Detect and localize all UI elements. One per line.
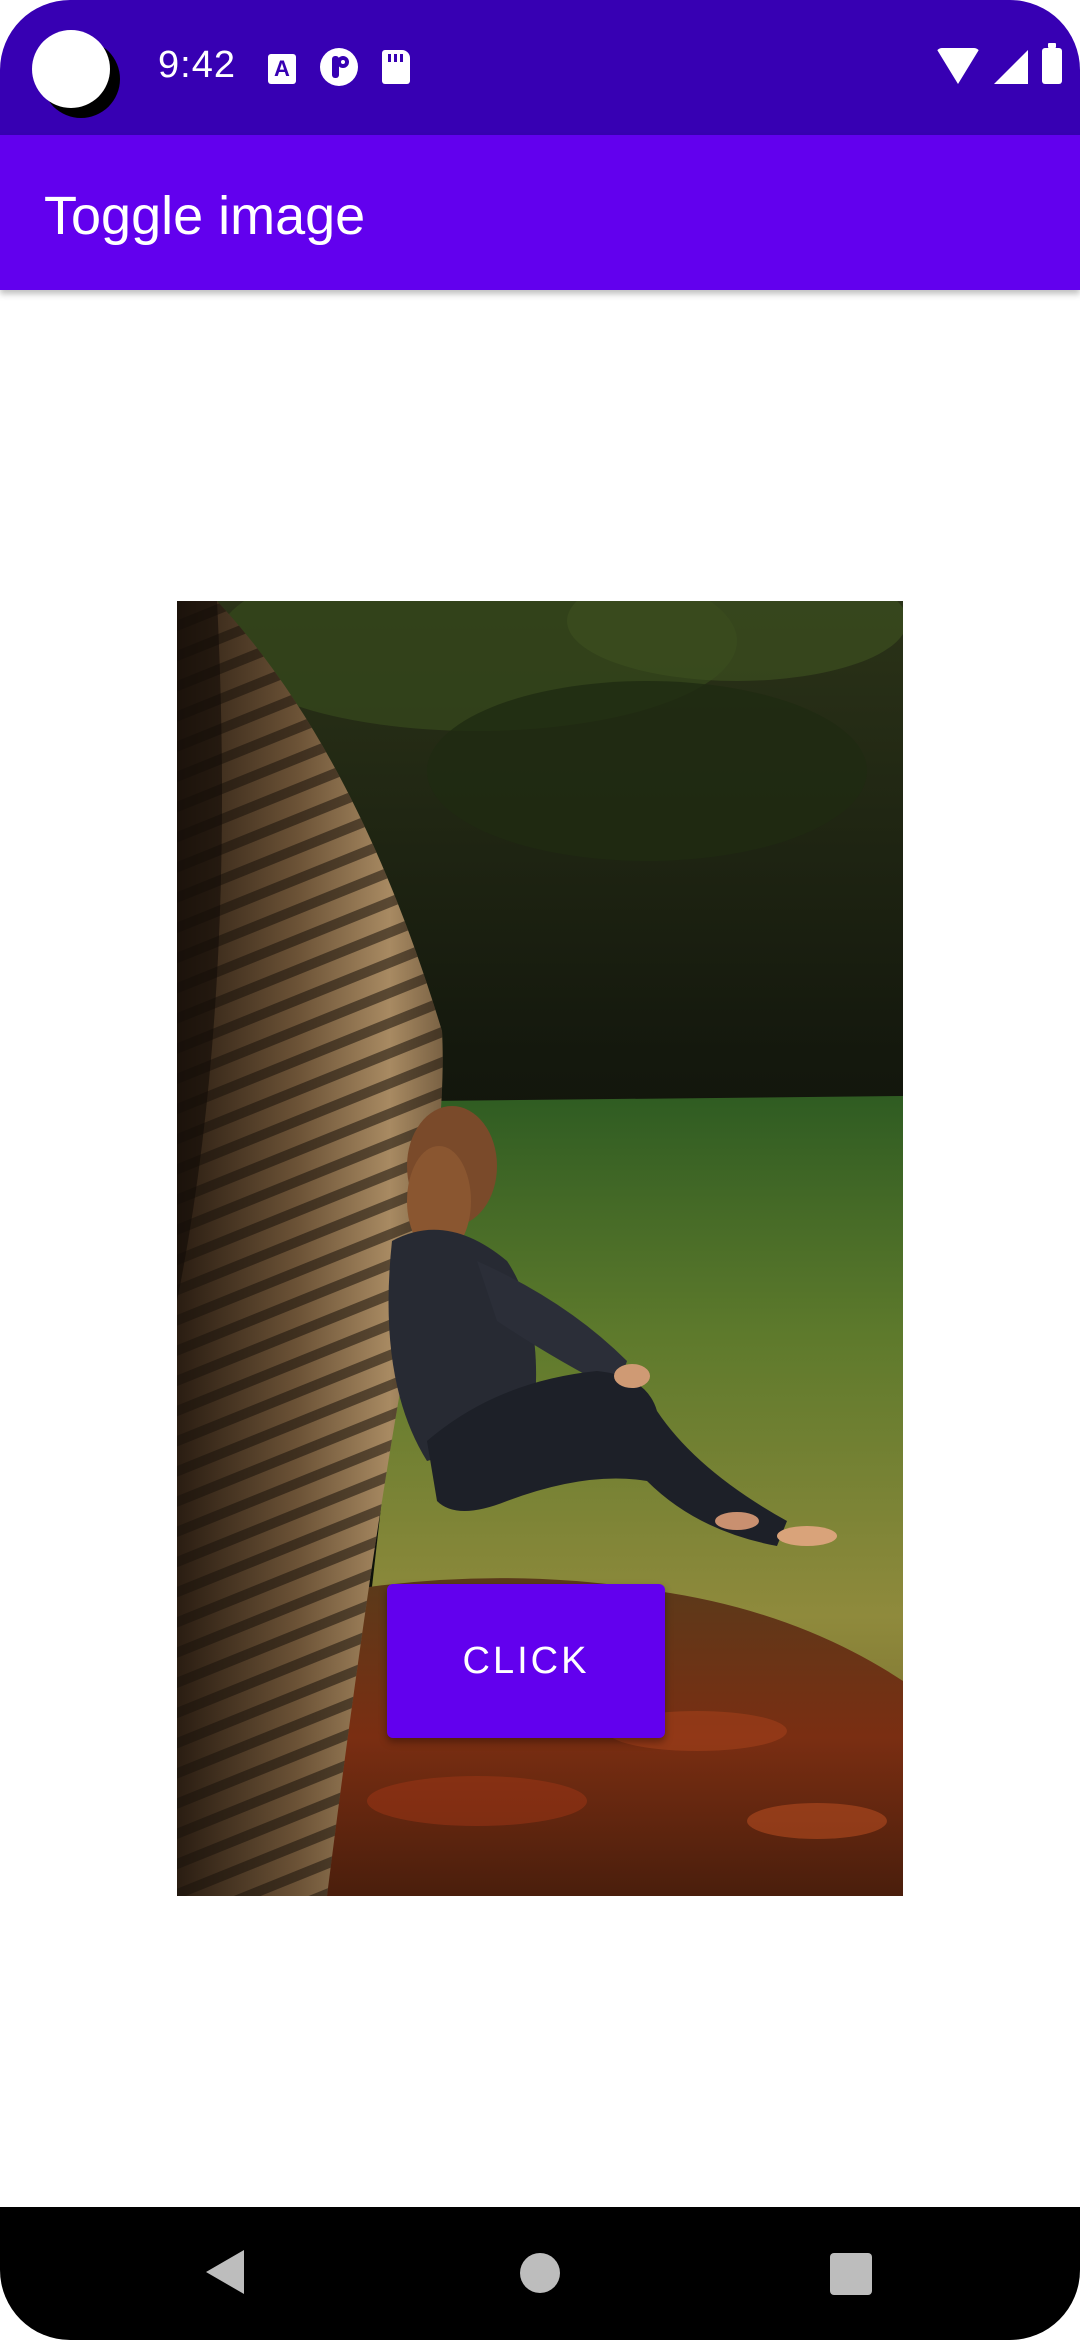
sd-card-icon — [382, 50, 410, 84]
app-notification-icon: A — [268, 54, 296, 84]
back-icon[interactable] — [206, 2250, 244, 2294]
notification-icons: A — [268, 48, 410, 86]
system-icons — [936, 43, 1062, 84]
screen: 9:42 A Toggle image CLICK — [0, 0, 1080, 2340]
status-time: 9:42 — [158, 44, 236, 86]
status-bar: 9:42 A — [0, 0, 1080, 135]
navigation-bar — [0, 2207, 1080, 2340]
camera-cutout — [32, 30, 110, 108]
home-icon[interactable] — [520, 2253, 560, 2293]
recents-icon[interactable] — [830, 2253, 872, 2295]
pocket-icon — [320, 48, 358, 86]
app-title: Toggle image — [44, 186, 366, 246]
app-bar: Toggle image — [0, 135, 1080, 290]
click-button[interactable]: CLICK — [387, 1584, 665, 1738]
battery-icon — [1042, 43, 1062, 84]
cell-signal-icon — [994, 50, 1028, 84]
wifi-icon — [936, 48, 980, 84]
